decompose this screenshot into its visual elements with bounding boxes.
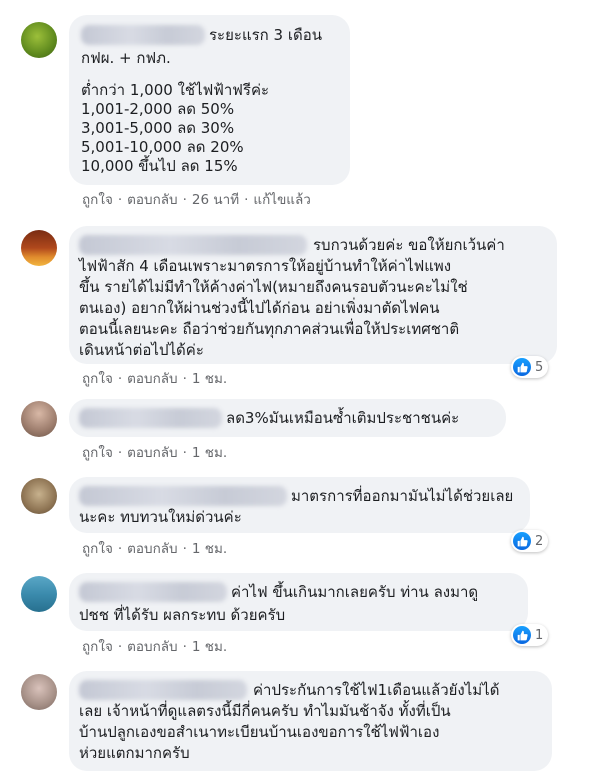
comment-bubble: ค่าไฟ ขึ้นเกินมากเลยครับ ท่าน ลงมาดู ปชช… xyxy=(69,573,528,631)
comment-text: เลย เจ้าหน้าที่ดูแลตรงนี้มีกี่คนครับ ทำไ… xyxy=(79,702,451,720)
comment-bubble: ค่าประกันการใช้ไฟ1เดือนแล้วยังไม่ได้ เลย… xyxy=(69,671,552,771)
comment-bubble: มาตรการที่ออกมามันไม่ได้ช่วยเลย นะคะ ทบท… xyxy=(69,477,530,533)
avatar[interactable] xyxy=(21,478,57,514)
comment-text: นะคะ ทบทวนใหม่ด่วนค่ะ xyxy=(79,508,242,526)
comment-text: ไฟฟ้าสัก 4 เดือนเพราะมาตรการให้อยู่บ้านท… xyxy=(79,257,452,275)
reply-link[interactable]: ตอบกลับ xyxy=(127,192,177,208)
comment-bubble: ระยะแรก 3 เดือน กฟผ. + กฟภ. ต่ำกว่า 1,00… xyxy=(69,15,350,185)
timestamp[interactable]: 1 ชม. xyxy=(192,639,227,655)
separator: · xyxy=(182,639,187,655)
comment-text: ค่าไฟ ขึ้นเกินมากเลยครับ ท่าน ลงมาดู xyxy=(231,583,479,601)
comment-text: เดินหน้าต่อไปได้ค่ะ xyxy=(79,341,204,359)
separator: · xyxy=(117,541,123,557)
commenter-name[interactable] xyxy=(79,680,247,700)
timestamp[interactable]: 1 ชม. xyxy=(192,541,227,557)
like-link[interactable]: ถูกใจ xyxy=(82,639,113,655)
comment-text: ต่ำกว่า 1,000 ใช้ไฟฟ้าฟรีค่ะ xyxy=(81,81,270,99)
comment-text: 10,000 ขึ้นไป ลด 15% xyxy=(81,157,238,175)
reaction-number: 2 xyxy=(535,533,544,549)
comment-text: 5,001-10,000 ลด 20% xyxy=(81,138,244,156)
comment-text: กฟผ. + กฟภ. xyxy=(81,49,171,67)
reaction-count[interactable]: 2 xyxy=(511,530,549,552)
commenter-name[interactable] xyxy=(81,25,205,45)
comment-text: ระยะแรก 3 เดือน xyxy=(209,26,322,44)
avatar[interactable] xyxy=(21,230,57,266)
comment-actions: ถูกใจ · ตอบกลับ · 1 ชม. xyxy=(82,444,227,462)
like-link[interactable]: ถูกใจ xyxy=(82,445,113,461)
commenter-name[interactable] xyxy=(79,486,287,506)
comment-actions: ถูกใจ · ตอบกลับ · 1 ชม. xyxy=(82,370,227,388)
comment-text: ขึ้น รายได้ไม่มีทำให้ค้างค่าไฟ(หมายถึงคน… xyxy=(79,278,468,296)
comment-text: ปชช ที่ได้รับ ผลกระทบ ด้วยครับ xyxy=(79,606,286,624)
reply-link[interactable]: ตอบกลับ xyxy=(127,639,177,655)
comment-bubble: รบกวนด้วยค่ะ ขอให้ยกเว้นค่า ไฟฟ้าสัก 4 เ… xyxy=(69,226,557,364)
like-link[interactable]: ถูกใจ xyxy=(82,192,113,208)
comment-text: บ้านปลูกเองขอสำเนาทะเบียนบ้านเองขอการใช้… xyxy=(79,723,440,741)
separator: · xyxy=(182,371,187,387)
separator: · xyxy=(182,445,187,461)
commenter-name[interactable] xyxy=(79,408,222,428)
edited-label[interactable]: แก้ไขแล้ว xyxy=(253,192,310,208)
like-icon xyxy=(513,358,531,376)
separator: · xyxy=(117,192,123,208)
reply-link[interactable]: ตอบกลับ xyxy=(127,445,177,461)
reply-link[interactable]: ตอบกลับ xyxy=(127,371,177,387)
reaction-count[interactable]: 1 xyxy=(511,624,549,646)
commenter-name[interactable] xyxy=(79,582,227,602)
separator: · xyxy=(182,541,187,557)
avatar[interactable] xyxy=(21,22,57,58)
reaction-count[interactable]: 5 xyxy=(511,356,549,378)
avatar[interactable] xyxy=(21,674,57,710)
comment-bubble: ลด3%มันเหมือนซ้ำเติมประชาชนค่ะ xyxy=(69,399,506,437)
comment-actions: ถูกใจ · ตอบกลับ · 1 ชม. xyxy=(82,540,227,558)
like-icon xyxy=(513,626,531,644)
comment-text: 3,001-5,000 ลด 30% xyxy=(81,119,235,137)
commenter-name[interactable] xyxy=(79,235,307,255)
separator: · xyxy=(117,639,123,655)
like-icon xyxy=(513,532,531,550)
timestamp[interactable]: 26 นาที xyxy=(192,192,239,208)
avatar[interactable] xyxy=(21,576,57,612)
like-link[interactable]: ถูกใจ xyxy=(82,541,113,557)
avatar[interactable] xyxy=(21,401,57,437)
separator: · xyxy=(244,192,249,208)
separator: · xyxy=(182,192,187,208)
reply-link[interactable]: ตอบกลับ xyxy=(127,541,177,557)
comment-text: รบกวนด้วยค่ะ ขอให้ยกเว้นค่า xyxy=(313,236,505,254)
comment-actions: ถูกใจ · ตอบกลับ · 26 นาที · แก้ไขแล้ว xyxy=(82,191,311,209)
reaction-number: 1 xyxy=(535,627,544,643)
comment-text: ลด3%มันเหมือนซ้ำเติมประชาชนค่ะ xyxy=(226,409,460,427)
separator: · xyxy=(117,445,123,461)
comment-text: ห่วยแตกมากครับ xyxy=(79,744,190,762)
comment-text: 1,001-2,000 ลด 50% xyxy=(81,100,235,118)
comment-text: ตอนนี้เลยนะคะ ถือว่าช่วยกันทุกภาคส่วนเพื… xyxy=(79,320,460,338)
separator: · xyxy=(117,371,123,387)
timestamp[interactable]: 1 ชม. xyxy=(192,371,227,387)
comment-text: ค่าประกันการใช้ไฟ1เดือนแล้วยังไม่ได้ xyxy=(253,681,500,699)
reaction-number: 5 xyxy=(535,359,544,375)
comment-text: ตนเอง) อยากให้ผ่านช่วงนี้ไปได้ก่อน อย่าเ… xyxy=(79,299,440,317)
like-link[interactable]: ถูกใจ xyxy=(82,371,113,387)
comment-actions: ถูกใจ · ตอบกลับ · 1 ชม. xyxy=(82,638,227,656)
comment-text: มาตรการที่ออกมามันไม่ได้ช่วยเลย xyxy=(291,487,514,505)
timestamp[interactable]: 1 ชม. xyxy=(192,445,227,461)
